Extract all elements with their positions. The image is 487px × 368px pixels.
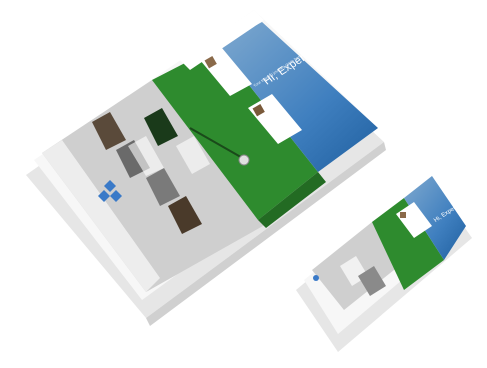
tablet-mockup: Hi, Expert! Your training journey starts… <box>0 0 487 368</box>
slider-knob-icon[interactable] <box>238 154 250 166</box>
mockup-scene <box>26 10 472 352</box>
avatar-icon <box>400 212 406 218</box>
small-sidebar-icon[interactable] <box>313 275 319 281</box>
mockup-canvas: Hi, Expert! Your training journey starts… <box>0 0 487 368</box>
